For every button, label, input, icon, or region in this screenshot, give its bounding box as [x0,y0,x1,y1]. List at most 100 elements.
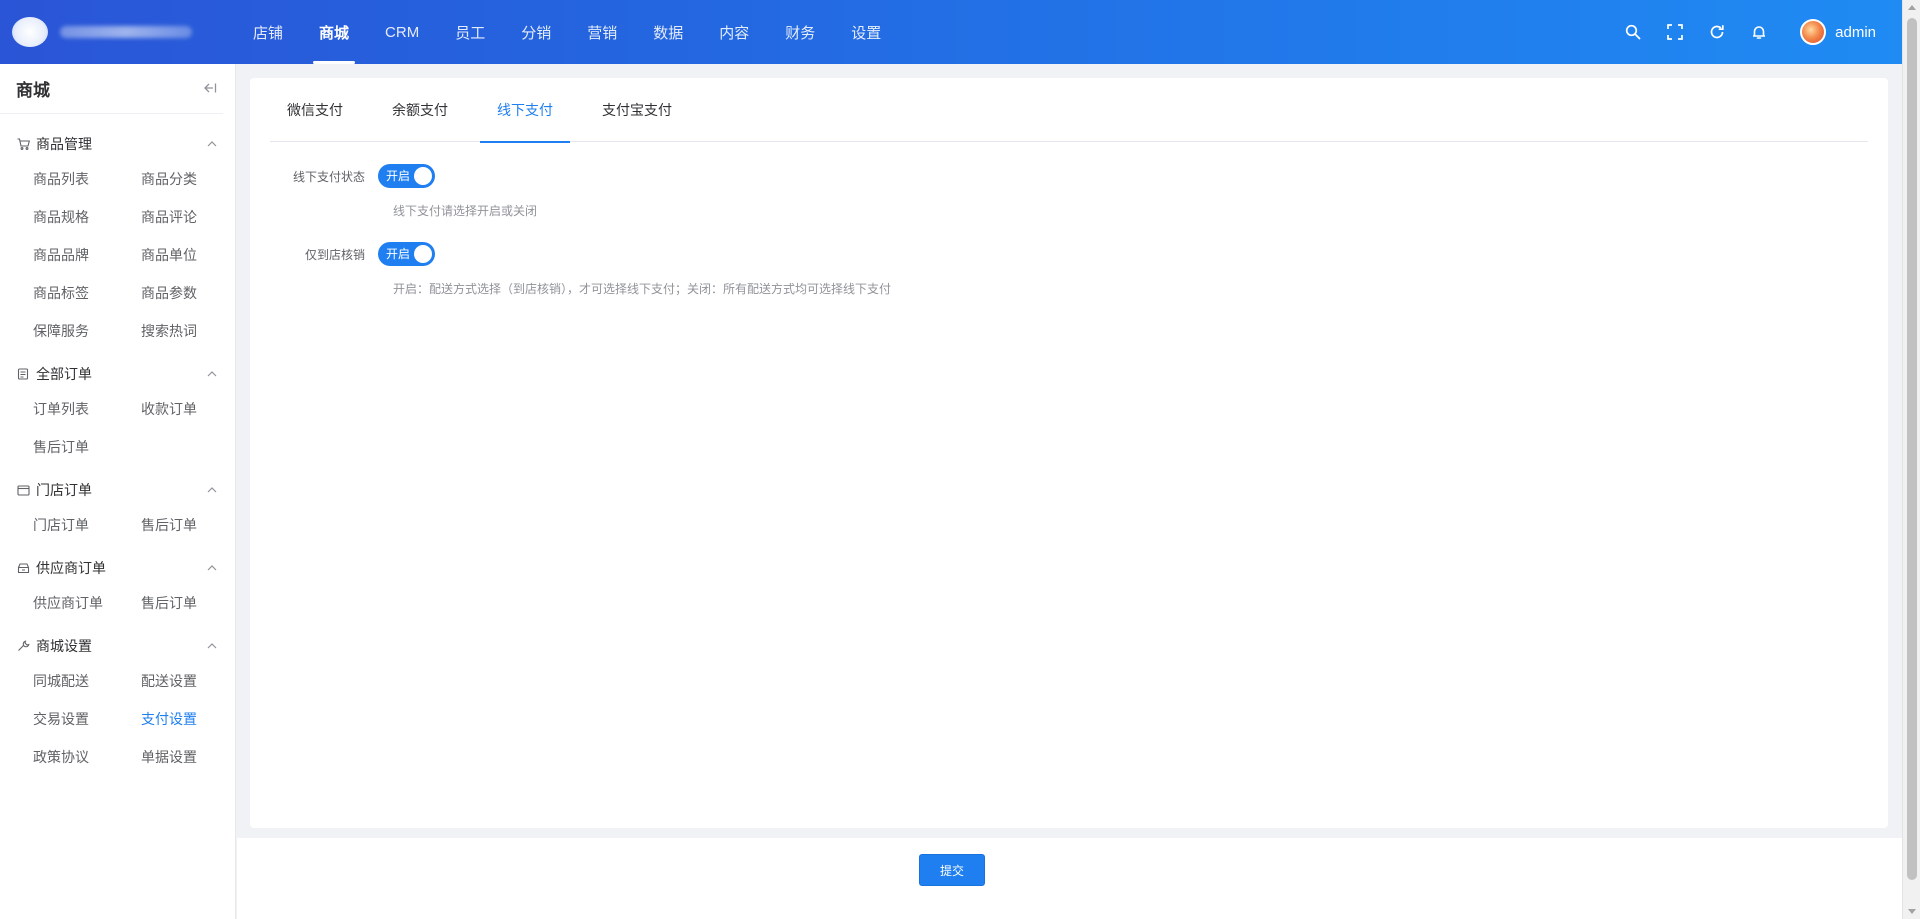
offline-status-label: 线下支付状态 [292,169,365,184]
switch-knob [414,167,432,185]
store-only-switch[interactable]: 开启 [378,242,435,266]
sidebar-item-hot-search[interactable]: 搜索热词 [141,312,249,350]
group-title: 商城设置 [36,638,92,654]
form-row-store-only: 仅到店核销 开启 [270,242,435,266]
top-nav: 店铺 商城 CRM 员工 分销 营销 数据 内容 财务 设置 [235,0,899,64]
store-only-label: 仅到店核销 [304,247,365,262]
sidebar-item-goods-spec[interactable]: 商品规格 [33,198,141,236]
logo-text-blurred [60,26,192,38]
group-title: 供应商订单 [36,560,106,576]
nav-item-crm[interactable]: CRM [367,0,437,64]
chevron-up-icon[interactable] [207,562,217,574]
sidebar-item-guarantee[interactable]: 保障服务 [33,312,141,350]
group-items: 供应商订单 售后订单 [0,584,235,622]
sidebar-item-payment-settings[interactable]: 支付设置 [141,700,249,738]
offline-status-switch[interactable]: 开启 [378,164,435,188]
payment-tabs: 微信支付 余额支付 线下支付 支付宝支付 [270,78,1868,143]
tab-offline-pay[interactable]: 线下支付 [480,78,570,143]
sidebar-group-goods: 商品管理 商品列表 商品分类 商品规格 商品评论 商品品牌 商品单位 商品标签 … [0,128,235,350]
sidebar-item-goods-review[interactable]: 商品评论 [141,198,249,236]
sidebar-group-mall-settings: 商城设置 同城配送 配送设置 交易设置 支付设置 政策协议 单据设置 [0,630,235,776]
nav-item-settings[interactable]: 设置 [833,0,899,64]
sidebar-item-goods-category[interactable]: 商品分类 [141,160,249,198]
nav-item-mall[interactable]: 商城 [301,0,367,64]
group-head-mall-settings[interactable]: 商城设置 [0,630,235,662]
fullscreen-icon[interactable] [1664,21,1686,43]
footer-bar: 提交 [237,838,1902,919]
cart-icon [17,138,33,150]
sidebar-title: 商城 [0,64,223,114]
sidebar-group-orders: 全部订单 订单列表 收款订单 售后订单 [0,358,235,466]
form-row-offline-status: 线下支付状态 开启 [270,164,435,188]
sidebar-item-local-delivery[interactable]: 同城配送 [33,662,141,700]
group-title: 全部订单 [36,366,92,382]
wrench-icon [17,640,33,652]
submit-button[interactable]: 提交 [919,854,985,886]
sidebar-item-store-orders[interactable]: 门店订单 [33,506,141,544]
sidebar-item-goods-unit[interactable]: 商品单位 [141,236,249,274]
group-title: 商品管理 [36,136,92,152]
bell-icon[interactable] [1748,21,1770,43]
sidebar-item-delivery-settings[interactable]: 配送设置 [141,662,249,700]
logo-mark [12,17,48,47]
chevron-up-icon[interactable] [207,640,217,652]
sidebar-item-store-aftersale[interactable]: 售后订单 [141,506,249,544]
sidebar-item-goods-tag[interactable]: 商品标签 [33,274,141,312]
sidebar-item-payment-orders[interactable]: 收款订单 [141,390,249,428]
sidebar-item-trade-settings[interactable]: 交易设置 [33,700,141,738]
sidebar-group-store-orders: 门店订单 门店订单 售后订单 [0,474,235,544]
tab-wechat-pay[interactable]: 微信支付 [270,78,360,142]
username[interactable]: admin [1835,24,1876,41]
switch-text: 开启 [386,247,411,261]
header-actions: admin [1612,0,1902,64]
logo[interactable] [0,0,235,64]
group-head-goods[interactable]: 商品管理 [0,128,235,160]
tab-balance-pay[interactable]: 余额支付 [375,78,465,142]
sidebar-item-aftersale-orders[interactable]: 售后订单 [33,428,141,466]
group-head-orders[interactable]: 全部订单 [0,358,235,390]
shop-icon [17,484,33,496]
sidebar-item-goods-brand[interactable]: 商品品牌 [33,236,141,274]
chevron-up-icon[interactable] [207,484,217,496]
group-items: 商品列表 商品分类 商品规格 商品评论 商品品牌 商品单位 商品标签 商品参数 … [0,160,235,350]
supplier-icon [17,562,33,574]
refresh-icon[interactable] [1706,21,1728,43]
nav-item-content[interactable]: 内容 [701,0,767,64]
sidebar-item-supplier-orders[interactable]: 供应商订单 [33,584,141,622]
sidebar-item-goods-list[interactable]: 商品列表 [33,160,141,198]
document-icon [17,368,33,380]
tab-alipay[interactable]: 支付宝支付 [585,78,689,142]
sidebar-item-supplier-aftersale[interactable]: 售后订单 [141,584,249,622]
scroll-down-arrow-icon[interactable] [1908,909,1916,914]
sidebar-group-supplier-orders: 供应商订单 供应商订单 售后订单 [0,552,235,622]
group-title: 门店订单 [36,482,92,498]
sidebar-item-policy[interactable]: 政策协议 [33,738,141,776]
offline-status-hint: 线下支付请选择开启或关闭 [393,204,538,218]
group-items: 订单列表 收款订单 售后订单 [0,390,235,466]
scroll-up-arrow-icon[interactable] [1908,5,1916,10]
nav-item-distribution[interactable]: 分销 [503,0,569,64]
sidebar-title-text: 商城 [16,81,50,100]
nav-item-staff[interactable]: 员工 [437,0,503,64]
scrollbar-thumb[interactable] [1907,18,1917,880]
nav-item-finance[interactable]: 财务 [767,0,833,64]
switch-knob [414,245,432,263]
top-header: 店铺 商城 CRM 员工 分销 营销 数据 内容 财务 设置 admin [0,0,1902,64]
group-head-store-orders[interactable]: 门店订单 [0,474,235,506]
nav-item-store[interactable]: 店铺 [235,0,301,64]
sidebar-item-order-list[interactable]: 订单列表 [33,390,141,428]
group-items: 门店订单 售后订单 [0,506,235,544]
payment-settings-card: 微信支付 余额支付 线下支付 支付宝支付 线下支付状态 开启 线下支付请选择开启… [250,78,1888,828]
collapse-sidebar-icon[interactable] [203,81,217,97]
group-head-supplier-orders[interactable]: 供应商订单 [0,552,235,584]
nav-item-marketing[interactable]: 营销 [569,0,635,64]
sidebar-item-document-settings[interactable]: 单据设置 [141,738,249,776]
search-icon[interactable] [1622,21,1644,43]
nav-item-data[interactable]: 数据 [635,0,701,64]
page-scrollbar[interactable] [1902,0,1920,919]
chevron-up-icon[interactable] [207,368,217,380]
chevron-up-icon[interactable] [207,138,217,150]
avatar[interactable] [1800,19,1827,45]
store-only-hint: 开启：配送方式选择（到店核销），才可选择线下支付；关闭：所有配送方式均可选择线下… [393,282,892,296]
sidebar-item-goods-param[interactable]: 商品参数 [141,274,249,312]
